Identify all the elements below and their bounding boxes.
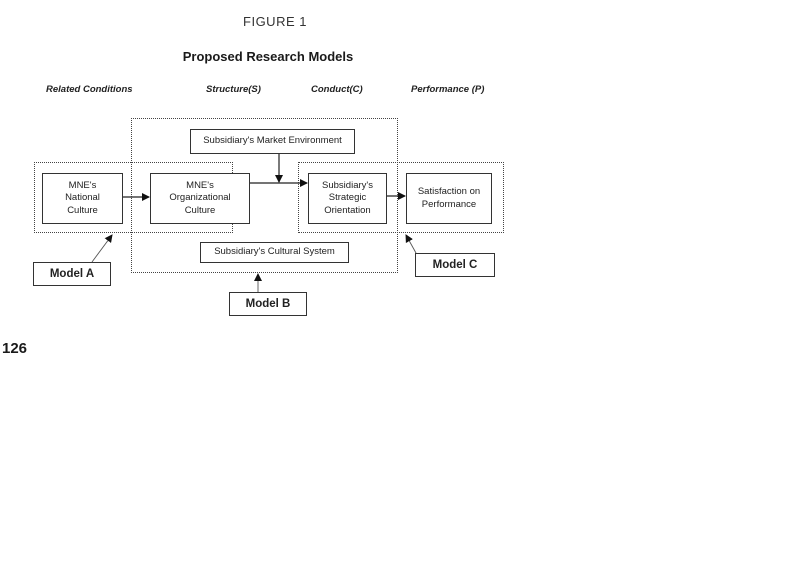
node-line: Culture: [67, 204, 98, 216]
node-line: National: [65, 192, 100, 204]
connector-lines: [91, 153, 417, 292]
arrow-model-c: [405, 234, 417, 254]
model-b-label: Model B: [229, 292, 307, 316]
node-organizational-culture: MNE's Organizational Culture: [150, 173, 250, 224]
node-cultural-system: Subsidiary's Cultural System: [200, 242, 349, 263]
node-line: Orientation: [324, 204, 371, 216]
node-line: Performance: [421, 198, 477, 210]
arrow-model-a: [91, 234, 113, 263]
node-line: Subsidiary's: [322, 179, 373, 191]
node-line: MNE's: [68, 179, 97, 191]
node-line: Culture: [184, 204, 216, 216]
node-satisfaction-on-performance: Satisfaction on Performance: [406, 173, 492, 224]
model-a-label: Model A: [33, 262, 111, 286]
node-line: Strategic: [328, 192, 367, 204]
model-c-label: Model C: [415, 253, 495, 277]
node-national-culture: MNE's National Culture: [42, 173, 123, 224]
node-line: Organizational: [169, 192, 231, 204]
page-number: 126: [2, 340, 28, 357]
node-line: MNE's: [186, 179, 214, 191]
node-market-environment: Subsidiary's Market Environment: [190, 129, 355, 154]
node-line: Satisfaction on: [417, 186, 481, 197]
node-strategic-orientation: Subsidiary's Strategic Orientation: [308, 173, 387, 224]
